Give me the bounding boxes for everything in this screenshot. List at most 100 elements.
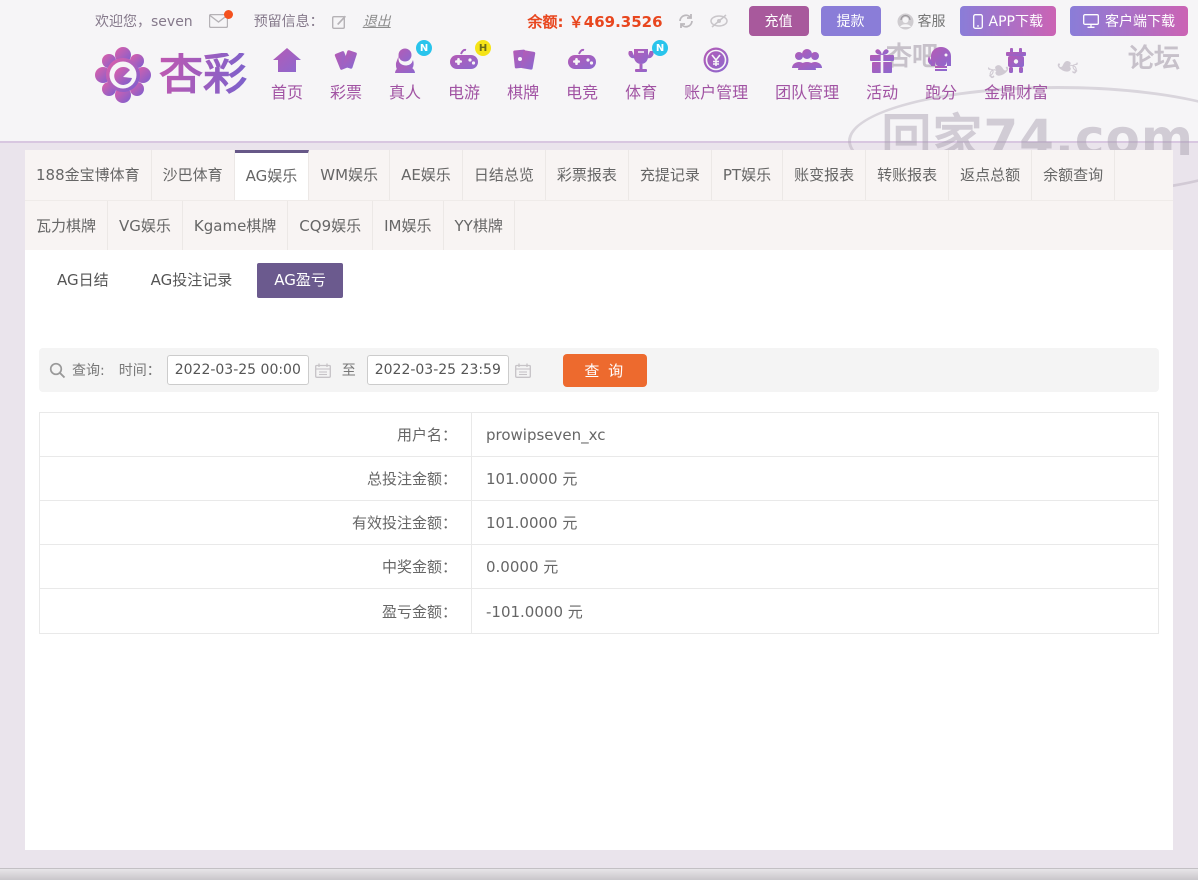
welcome-text: 欢迎您，seven [95, 14, 193, 30]
logo-flower-icon [95, 46, 151, 103]
nav-item-account[interactable]: 账户管理 [684, 46, 748, 103]
nav-item-activity[interactable]: 活动 [866, 46, 898, 103]
to-label: 至 [341, 363, 356, 379]
lottery-ticket-icon [334, 50, 357, 70]
customer-service-link[interactable]: 客服 [897, 11, 946, 31]
home-icon [273, 48, 301, 72]
subtab-ag-bets[interactable]: AG投注记录 [134, 263, 250, 298]
badge-n: N [416, 40, 433, 56]
query-button[interactable]: 查 询 [562, 353, 647, 387]
tabs-row-2: 瓦力棋牌 VG娱乐 Kgame棋牌 CQ9娱乐 IM娱乐 YY棋牌 [25, 200, 1173, 251]
tab-im[interactable]: IM娱乐 [373, 201, 444, 251]
esports-gamepad-icon [568, 48, 597, 69]
row-label: 盈亏金额： [40, 589, 472, 633]
tab-yue[interactable]: 余额查询 [1032, 150, 1116, 200]
tab-fandian[interactable]: 返点总额 [949, 150, 1033, 200]
service-label: 客服 [917, 14, 946, 30]
tab-pt[interactable]: PT娱乐 [712, 150, 784, 200]
eye-slash-icon[interactable] [709, 14, 729, 28]
table-row: 用户名： prowipseven_xc [40, 413, 1158, 457]
tab-wali[interactable]: 瓦力棋牌 [25, 201, 109, 251]
tab-caipiao[interactable]: 彩票报表 [546, 150, 629, 200]
row-value: 0.0000 元 [486, 558, 559, 576]
team-icon [792, 49, 823, 70]
nav-item-cards[interactable]: 棋牌 [507, 46, 539, 103]
refresh-icon[interactable] [677, 13, 695, 29]
tab-ae[interactable]: AE娱乐 [390, 150, 463, 200]
date-to-input[interactable] [366, 355, 509, 385]
tab-vg[interactable]: VG娱乐 [108, 201, 183, 251]
subtab-ag-profit-active[interactable]: AG盈亏 [257, 263, 343, 298]
nav-item-team[interactable]: 团队管理 [775, 46, 839, 103]
app-download-button[interactable]: APP下载 [959, 6, 1056, 36]
logout-link[interactable]: 退出 [363, 11, 391, 31]
recharge-button[interactable]: 充值 [748, 6, 809, 36]
tab-188jinbaobo[interactable]: 188金宝博体育 [25, 150, 152, 200]
time-label: 时间： [118, 363, 161, 379]
reserved-info-label: 预留信息： [253, 14, 324, 30]
report-tabs: 188金宝博体育 沙巴体育 AG娱乐 WM娱乐 AE娱乐 日结总览 彩票报表 充… [25, 150, 1173, 251]
main-nav: 首页 彩票 N 真人 H 电游 棋牌 电竞 N 体育 账户管理 团队管理 活动 … [271, 40, 1048, 103]
nav-item-lottery[interactable]: 彩票 [330, 46, 362, 103]
nav-item-paofen[interactable]: 跑分 [925, 46, 957, 103]
row-label: 有效投注金额： [40, 501, 472, 544]
tab-ag-active[interactable]: AG娱乐 [234, 150, 310, 200]
nav-item-treasure[interactable]: 金鼎财富 [984, 46, 1048, 103]
calendar-icon[interactable] [314, 363, 331, 378]
nav-row: 杏彩 首页 彩票 N 真人 H 电游 棋牌 电竞 N 体育 账户管理 团队管理 … [0, 40, 1198, 103]
topbar: 欢迎您，seven 预留信息： 退出 余额: ￥469.3526 充值 提款 客… [0, 0, 1198, 42]
row-value: prowipseven_xc [486, 425, 606, 444]
balance-text: 余额: ￥469.3526 [527, 12, 663, 31]
cards-icon [513, 49, 536, 70]
content-panel: AG日结 AG投注记录 AG盈亏 查询: 时间： 至 查 询 用户名： prow… [25, 250, 1173, 850]
date-from-input[interactable] [166, 355, 309, 385]
treasure-icon [1006, 48, 1027, 73]
ag-subtabs: AG日结 AG投注记录 AG盈亏 [25, 250, 1173, 298]
client-download-button[interactable]: 客户端下载 [1070, 6, 1188, 36]
tab-wm[interactable]: WM娱乐 [309, 150, 391, 200]
tab-kgame[interactable]: Kgame棋牌 [183, 201, 289, 251]
row-value: 101.0000 元 [486, 470, 578, 488]
row-value: 101.0000 元 [486, 514, 578, 532]
tab-shaba[interactable]: 沙巴体育 [152, 150, 235, 200]
subtab-ag-daily[interactable]: AG日结 [40, 263, 126, 298]
edit-icon[interactable] [331, 14, 347, 29]
nav-item-home[interactable]: 首页 [271, 46, 303, 103]
profit-table: 用户名： prowipseven_xc 总投注金额： 101.0000 元 有效… [39, 412, 1159, 634]
phone-icon [972, 13, 983, 29]
query-label: 查询: [72, 363, 105, 379]
tab-zhuanzhang[interactable]: 转账报表 [866, 150, 950, 200]
calendar-icon[interactable] [514, 363, 531, 378]
nav-item-sports[interactable]: N 体育 [625, 40, 669, 103]
coin-icon [703, 47, 729, 73]
tab-rijie[interactable]: 日结总览 [463, 150, 546, 200]
site-logo[interactable]: 杏彩 [95, 46, 247, 103]
withdraw-button[interactable]: 提款 [820, 6, 881, 36]
row-label: 用户名： [40, 413, 472, 456]
paofen-icon [928, 47, 952, 71]
nav-item-live[interactable]: N 真人 [389, 40, 433, 103]
row-label: 总投注金额： [40, 457, 472, 500]
row-label: 中奖金额： [40, 545, 472, 588]
horizontal-scrollbar[interactable] [0, 868, 1198, 880]
table-row: 中奖金额： 0.0000 元 [40, 545, 1158, 589]
nav-item-egame[interactable]: H 电游 [448, 40, 492, 103]
badge-h: H [475, 40, 492, 56]
nav-item-esports[interactable]: 电竞 [566, 46, 598, 103]
header: 杏吧 论坛 ❧ ❧ 回家74.com 欢迎您，seven 预留信息： 退出 余额… [0, 0, 1198, 196]
search-bar: 查询: 时间： 至 查 询 [39, 348, 1159, 392]
tab-cq9[interactable]: CQ9娱乐 [288, 201, 374, 251]
tab-zhangbian[interactable]: 账变报表 [783, 150, 867, 200]
table-row: 有效投注金额： 101.0000 元 [40, 501, 1158, 545]
table-row: 盈亏金额： -101.0000 元 [40, 589, 1158, 633]
magnifier-icon [49, 362, 66, 378]
tab-chongti[interactable]: 充提记录 [629, 150, 712, 200]
message-envelope-icon[interactable] [208, 10, 233, 28]
table-row: 总投注金额： 101.0000 元 [40, 457, 1158, 501]
notification-dot [223, 10, 233, 19]
tabs-row-1: 188金宝博体育 沙巴体育 AG娱乐 WM娱乐 AE娱乐 日结总览 彩票报表 充… [25, 150, 1173, 200]
gift-icon [870, 49, 895, 73]
monitor-icon [1083, 14, 1099, 28]
row-value: -101.0000 元 [486, 602, 583, 621]
tab-yy[interactable]: YY棋牌 [444, 201, 515, 251]
